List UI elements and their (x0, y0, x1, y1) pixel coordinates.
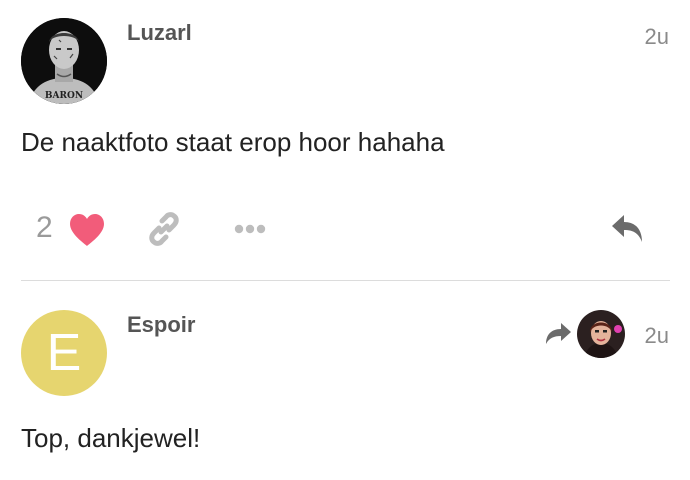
avatar-portrait: BARON (21, 18, 107, 104)
avatar[interactable]: E (21, 310, 107, 396)
heart-icon[interactable] (68, 213, 106, 247)
reply-avatar (577, 310, 625, 358)
share-arrow-icon (546, 323, 571, 344)
username[interactable]: Luzarl (127, 20, 192, 46)
avatar-letter: E (46, 324, 82, 382)
ellipsis-icon[interactable] (234, 223, 266, 235)
post-body: De naaktfoto staat erop hoor hahaha (21, 127, 445, 157)
avatar-tattoo-text: BARON (45, 91, 83, 101)
avatar[interactable]: BARON (21, 18, 107, 104)
username[interactable]: Espoir (127, 312, 195, 338)
reply-to-indicator[interactable] (540, 307, 640, 363)
like-count[interactable]: 2 (36, 211, 53, 245)
reply-icon[interactable] (610, 213, 646, 245)
post-time[interactable]: 2u (645, 323, 669, 349)
post-time[interactable]: 2u (645, 24, 669, 50)
post-espoir: E Espoir 2u Top, dankjewel! (0, 281, 690, 480)
link-icon[interactable] (146, 211, 182, 247)
post-luzarl: BARON Luzarl 2u De naaktfoto staat erop … (0, 0, 690, 280)
post-body: Top, dankjewel! (21, 423, 201, 453)
post-actions: 2 (0, 205, 690, 253)
